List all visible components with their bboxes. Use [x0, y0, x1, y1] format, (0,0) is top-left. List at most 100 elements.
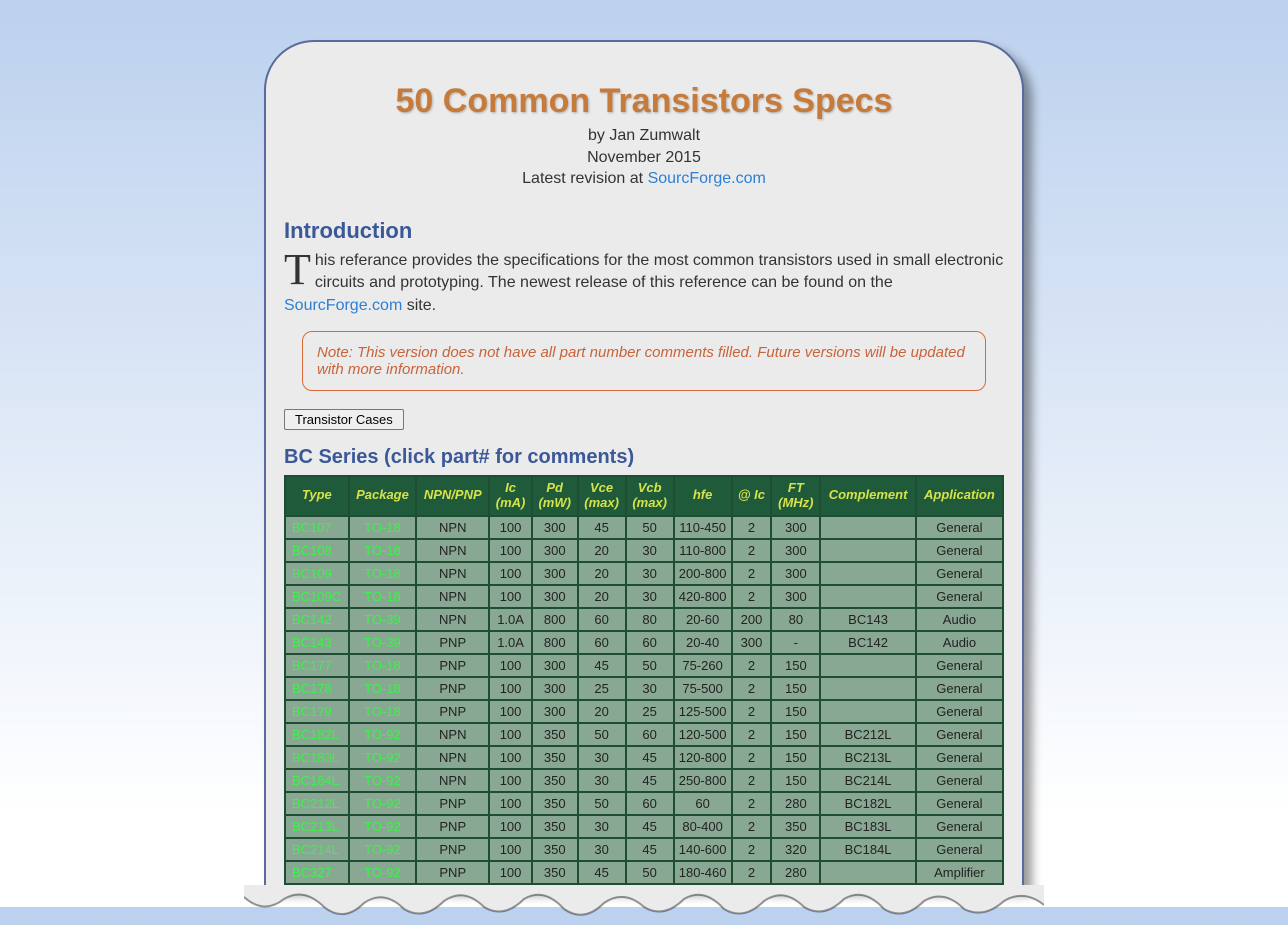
cell: 60 [579, 632, 625, 653]
cell: 30 [579, 816, 625, 837]
cell: PNP [417, 655, 488, 676]
cell: PNP [417, 816, 488, 837]
cell: General [917, 770, 1002, 791]
part-number-link[interactable]: BC212L [286, 793, 348, 814]
package-link[interactable]: TO-92 [350, 747, 416, 768]
cell: 60 [627, 632, 673, 653]
part-number-link[interactable]: BC327 [286, 862, 348, 883]
package-link[interactable]: TO-92 [350, 724, 416, 745]
cell: BC184L [821, 839, 915, 860]
cell: 350 [772, 816, 819, 837]
cell: 200 [733, 609, 771, 630]
revision-link[interactable]: SourcForge.com [648, 170, 766, 187]
cell: General [917, 586, 1002, 607]
table-row: BC107TO-18NPN1003004550110-4502300Genera… [286, 517, 1002, 538]
cell: 320 [772, 839, 819, 860]
package-link[interactable]: TO-39 [350, 609, 416, 630]
cell: 20-40 [675, 632, 731, 653]
package-link[interactable]: TO-18 [350, 701, 416, 722]
part-number-link[interactable]: BC182L [286, 724, 348, 745]
cell: 50 [627, 517, 673, 538]
part-number-link[interactable]: BC107 [286, 517, 348, 538]
cell: 45 [627, 816, 673, 837]
cell: 350 [533, 747, 577, 768]
part-number-link[interactable]: BC177 [286, 655, 348, 676]
part-number-link[interactable]: BC214L [286, 839, 348, 860]
package-link[interactable]: TO-92 [350, 793, 416, 814]
cell: 60 [627, 793, 673, 814]
intro-link[interactable]: SourcForge.com [284, 297, 402, 314]
cell: BC182L [821, 793, 915, 814]
cell: 50 [579, 724, 625, 745]
note-text: Note: This version does not have all par… [317, 344, 965, 378]
transistor-cases-button[interactable]: Transistor Cases [284, 409, 404, 430]
cell: 45 [579, 655, 625, 676]
col-header: NPN/PNP [417, 477, 488, 515]
package-link[interactable]: TO-18 [350, 540, 416, 561]
cell: General [917, 793, 1002, 814]
cell: 2 [733, 540, 771, 561]
col-header: hfe [675, 477, 731, 515]
cell: 45 [627, 747, 673, 768]
cell [821, 701, 915, 722]
part-number-link[interactable]: BC142 [286, 609, 348, 630]
part-number-link[interactable]: BC109 [286, 563, 348, 584]
cell: General [917, 747, 1002, 768]
cell: 20-60 [675, 609, 731, 630]
note-box: Note: This version does not have all par… [302, 331, 986, 391]
table-row: BC213LTO-92PNP100350304580-4002350BC183L… [286, 816, 1002, 837]
cell: 45 [579, 517, 625, 538]
revision-prefix: Latest revision at [522, 170, 647, 187]
part-number-link[interactable]: BC108 [286, 540, 348, 561]
cell: 300 [533, 678, 577, 699]
cell: BC142 [821, 632, 915, 653]
cell: 350 [533, 839, 577, 860]
part-number-link[interactable]: BC179 [286, 701, 348, 722]
cell: 2 [733, 747, 771, 768]
intro-text-2: site. [402, 297, 436, 314]
cell: Audio [917, 632, 1002, 653]
cell: 2 [733, 678, 771, 699]
package-link[interactable]: TO-92 [350, 816, 416, 837]
cell: 110-450 [675, 517, 731, 538]
cell: 110-800 [675, 540, 731, 561]
package-link[interactable]: TO-18 [350, 586, 416, 607]
part-number-link[interactable]: BC183L [286, 747, 348, 768]
cell: 25 [579, 678, 625, 699]
dropcap: T [284, 250, 315, 288]
cell: 420-800 [675, 586, 731, 607]
part-number-link[interactable]: BC109C [286, 586, 348, 607]
part-number-link[interactable]: BC178 [286, 678, 348, 699]
table-row: BC214LTO-92PNP1003503045140-6002320BC184… [286, 839, 1002, 860]
cell: General [917, 540, 1002, 561]
cell: 2 [733, 816, 771, 837]
table-row: BC212LTO-92PNP1003505060602280BC182LGene… [286, 793, 1002, 814]
cell: 20 [579, 701, 625, 722]
cell [821, 678, 915, 699]
package-link[interactable]: TO-18 [350, 517, 416, 538]
cell: NPN [417, 724, 488, 745]
intro-heading: Introduction [284, 218, 1004, 244]
cell: Audio [917, 609, 1002, 630]
cell: General [917, 563, 1002, 584]
col-header: Application [917, 477, 1002, 515]
part-number-link[interactable]: BC213L [286, 816, 348, 837]
cell: 80-400 [675, 816, 731, 837]
package-link[interactable]: TO-18 [350, 655, 416, 676]
part-number-link[interactable]: BC184L [286, 770, 348, 791]
cell: 25 [627, 701, 673, 722]
cell: 2 [733, 586, 771, 607]
cell: 280 [772, 793, 819, 814]
package-link[interactable]: TO-39 [350, 632, 416, 653]
package-link[interactable]: TO-92 [350, 862, 416, 883]
part-number-link[interactable]: BC143 [286, 632, 348, 653]
package-link[interactable]: TO-92 [350, 839, 416, 860]
package-link[interactable]: TO-92 [350, 770, 416, 791]
cell: PNP [417, 839, 488, 860]
cell: 45 [627, 770, 673, 791]
package-link[interactable]: TO-18 [350, 563, 416, 584]
cell: BC143 [821, 609, 915, 630]
package-link[interactable]: TO-18 [350, 678, 416, 699]
cell: 300 [533, 701, 577, 722]
cell: 100 [490, 586, 531, 607]
